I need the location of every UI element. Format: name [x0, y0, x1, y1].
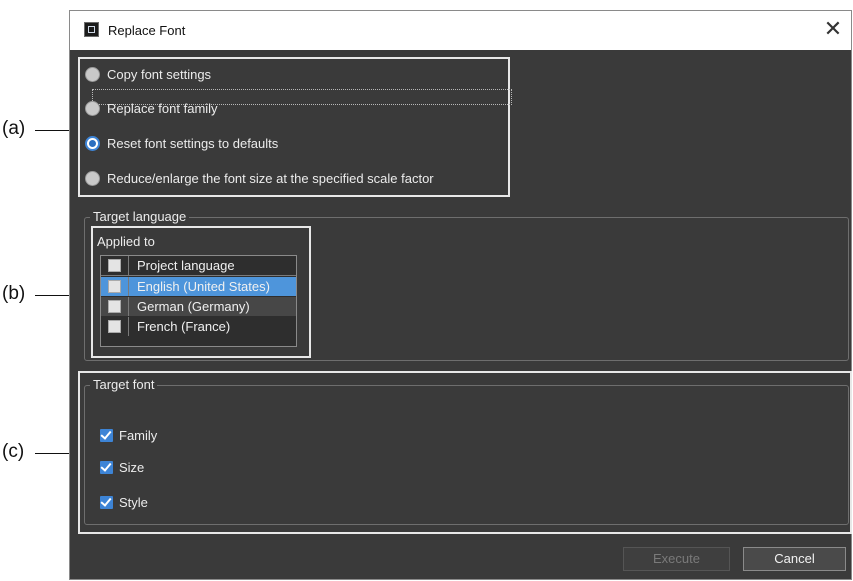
radio-label: Copy font settings: [107, 66, 212, 82]
checkbox-checked[interactable]: [100, 460, 113, 474]
checkbox-label: Size: [119, 459, 145, 475]
checkbox-label: Style: [119, 494, 148, 510]
row-checkbox[interactable]: [108, 300, 121, 313]
app-icon: [84, 22, 99, 37]
radio-label: Reduce/enlarge the font size at the spec…: [107, 170, 434, 186]
checkbox-style[interactable]: Style: [100, 493, 148, 511]
radio-reduce-enlarge-font-size[interactable]: Reduce/enlarge the font size at the spec…: [85, 167, 434, 189]
applied-to-label: Applied to: [97, 234, 155, 249]
column-divider: [128, 297, 129, 316]
close-button[interactable]: ✕: [819, 17, 847, 43]
column-divider: [128, 317, 129, 336]
replace-font-dialog: Replace Font ✕ Copy font settings Replac…: [69, 10, 852, 580]
target-font-title: Target font: [90, 377, 158, 392]
radio-button[interactable]: [85, 170, 100, 186]
list-item-german-germany[interactable]: German (Germany): [101, 297, 296, 316]
radio-button-selected[interactable]: [85, 135, 100, 151]
header-divider: [101, 275, 296, 276]
target-font-group: [84, 385, 849, 525]
radio-replace-font-family[interactable]: Replace font family: [85, 97, 218, 119]
annotation-b-label: (b): [2, 283, 26, 304]
list-item-label: English (United States): [137, 279, 270, 294]
list-item-french-france[interactable]: French (France): [101, 317, 296, 336]
radio-button[interactable]: [85, 100, 100, 116]
annotation-a-label: (a): [2, 118, 26, 139]
checkbox-checked[interactable]: [100, 428, 113, 442]
list-header-label: Project language: [137, 258, 235, 273]
radio-label: Reset font settings to defaults: [107, 135, 279, 151]
list-item-label: German (Germany): [137, 299, 250, 314]
list-item-english-united-states[interactable]: English (United States): [101, 277, 296, 296]
row-checkbox[interactable]: [108, 320, 121, 333]
column-divider: [128, 256, 129, 275]
select-all-checkbox[interactable]: [108, 259, 121, 272]
language-list[interactable]: Project language English (United States)…: [100, 255, 297, 347]
cancel-button[interactable]: Cancel: [743, 547, 846, 571]
radio-button[interactable]: [85, 66, 100, 82]
list-item-label: French (France): [137, 319, 231, 334]
annotation-c-label: (c): [2, 441, 25, 462]
row-checkbox[interactable]: [108, 280, 121, 293]
target-language-title: Target language: [90, 209, 190, 224]
title-bar[interactable]: Replace Font ✕: [70, 11, 851, 50]
checkbox-checked[interactable]: [100, 495, 113, 509]
checkbox-label: Family: [119, 427, 158, 443]
checkbox-family[interactable]: Family: [100, 426, 157, 444]
execute-button[interactable]: Execute: [623, 547, 730, 571]
radio-label: Replace font family: [107, 100, 218, 116]
column-divider: [128, 277, 129, 296]
dialog-title: Replace Font: [108, 23, 186, 38]
radio-reset-font-settings[interactable]: Reset font settings to defaults: [85, 132, 278, 154]
radio-copy-font-settings[interactable]: Copy font settings: [85, 63, 211, 85]
checkbox-size[interactable]: Size: [100, 458, 144, 476]
list-header-row[interactable]: Project language: [101, 256, 296, 275]
